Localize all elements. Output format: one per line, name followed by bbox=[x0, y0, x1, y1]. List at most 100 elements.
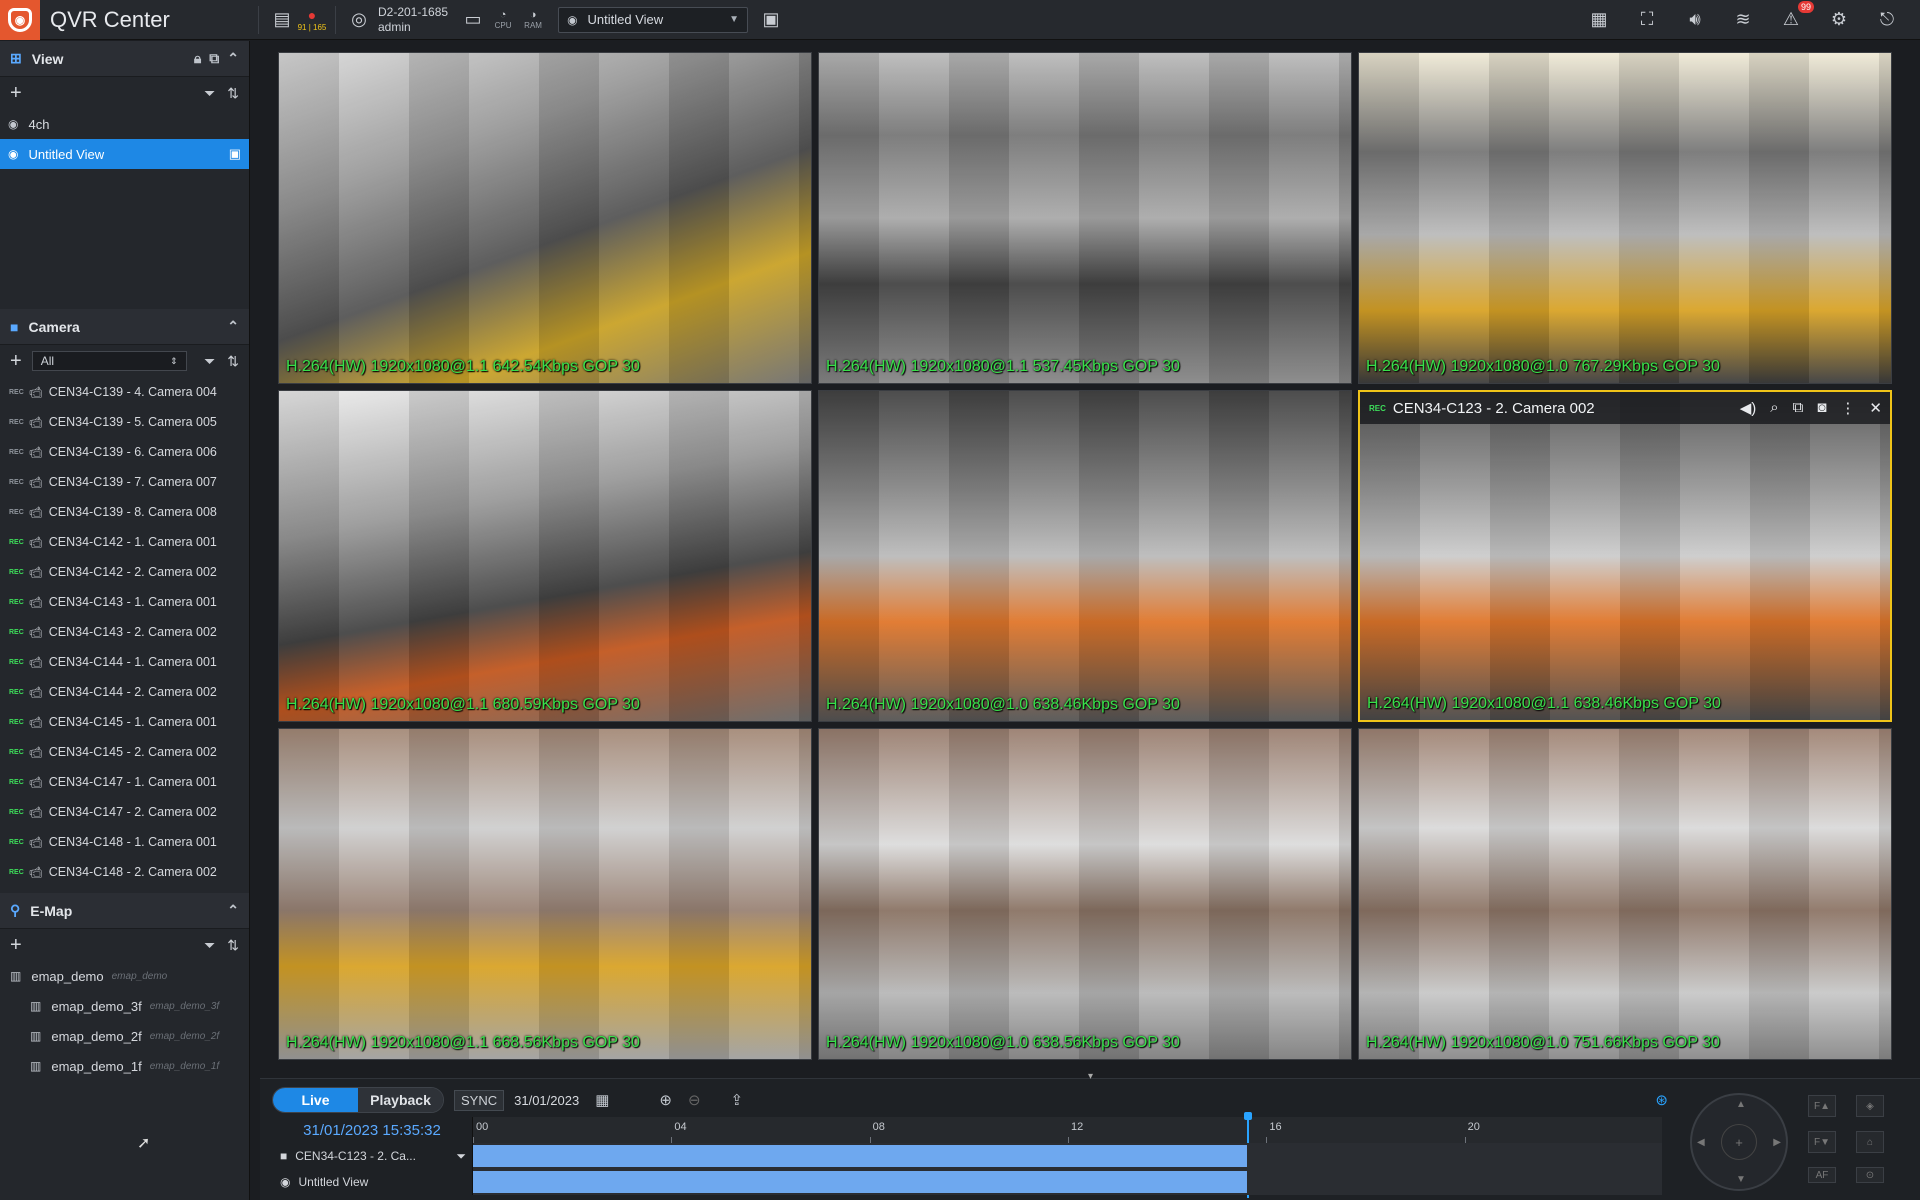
filter-icon[interactable]: ⏷ bbox=[204, 85, 215, 102]
save-icon[interactable]: ▣ bbox=[229, 146, 241, 162]
camera-item[interactable]: REC 📹︎ CEN34-C139 - 6. Camera 006 bbox=[0, 437, 249, 467]
server-list-icon[interactable]: ▤ bbox=[267, 5, 297, 35]
collapse-handle[interactable]: ▾ bbox=[1088, 1071, 1093, 1082]
view-section-header[interactable]: ⊞ View 🔒︎ ⧉ ⌃ bbox=[0, 41, 249, 77]
emap-child-item[interactable]: ▥ emap_demo_1f emap_demo_1f bbox=[0, 1051, 249, 1081]
volume-icon[interactable]: 🔊︎ bbox=[1680, 5, 1710, 35]
view-item[interactable]: ◉ 4ch bbox=[0, 109, 249, 139]
filter-icon[interactable]: ⏷ bbox=[204, 353, 215, 370]
timeline-date[interactable]: 31/01/2023 bbox=[514, 1093, 579, 1108]
fullscreen-icon[interactable]: ⛶ bbox=[1632, 5, 1662, 35]
server-info[interactable]: D2-201-1685 admin bbox=[378, 5, 448, 35]
camera-item[interactable]: REC 📹︎ CEN34-C139 - 7. Camera 007 bbox=[0, 467, 249, 497]
gear-icon[interactable]: ⚙ bbox=[1824, 5, 1854, 35]
video-tile[interactable]: H.264(HW) 1920x1080@1.0 638.56Kbps GOP 3… bbox=[818, 728, 1352, 1060]
zoom-icon[interactable]: ⌕ bbox=[1770, 399, 1778, 417]
filter-icon[interactable]: ⏷ bbox=[204, 937, 215, 954]
ptz-preset-button[interactable]: ◈ bbox=[1856, 1095, 1884, 1117]
lock-icon[interactable]: 🔒︎ bbox=[194, 50, 201, 67]
camera-item[interactable]: REC 📹︎ CEN34-C148 - 2. Camera 002 bbox=[0, 857, 249, 887]
camera-filter-select[interactable]: All ⇕ bbox=[31, 351, 187, 371]
emap-child-item[interactable]: ▥ emap_demo_3f emap_demo_3f bbox=[0, 991, 249, 1021]
monitor-icon[interactable]: ▭ bbox=[458, 5, 488, 35]
pip-icon[interactable]: ⧉ bbox=[1793, 399, 1804, 417]
close-icon[interactable]: ✕ bbox=[1869, 399, 1882, 417]
recorded-segment[interactable] bbox=[473, 1145, 1247, 1167]
timeline-track[interactable] bbox=[472, 1169, 1662, 1195]
camera-item[interactable]: REC 📹︎ CEN34-C142 - 1. Camera 001 bbox=[0, 527, 249, 557]
time-scale[interactable]: 00 04 08 12 16 20 bbox=[472, 1112, 1662, 1198]
camera-item[interactable]: REC 📹︎ CEN34-C142 - 2. Camera 002 bbox=[0, 557, 249, 587]
emap-section-header[interactable]: ⚲ E-Map ⌃ bbox=[0, 893, 249, 929]
video-tile[interactable]: H.264(HW) 1920x1080@1.1 668.56Kbps GOP 3… bbox=[278, 728, 812, 1060]
recorded-segment[interactable] bbox=[473, 1171, 1247, 1193]
camera-item[interactable]: REC 📹︎ CEN34-C145 - 2. Camera 002 bbox=[0, 737, 249, 767]
live-tab[interactable]: Live bbox=[273, 1088, 358, 1112]
af-button[interactable]: AF bbox=[1808, 1167, 1836, 1183]
ptz-left-icon[interactable]: ◀ bbox=[1697, 1137, 1705, 1148]
camera-item[interactable]: REC 📹︎ CEN34-C139 - 5. Camera 005 bbox=[0, 407, 249, 437]
zoom-out-icon[interactable]: ⊖ bbox=[688, 1091, 701, 1109]
camera-item[interactable]: REC 📹︎ CEN34-C144 - 2. Camera 002 bbox=[0, 677, 249, 707]
add-emap-button[interactable]: + bbox=[10, 934, 22, 957]
video-tile[interactable]: H.264(HW) 1920x1080@1.0 751.66Kbps GOP 3… bbox=[1358, 728, 1892, 1060]
ptz-center[interactable]: + bbox=[1721, 1124, 1757, 1160]
ptz-up-icon[interactable]: ▲ bbox=[1736, 1099, 1746, 1110]
camera-item[interactable]: REC 📹︎ CEN34-C147 - 2. Camera 002 bbox=[0, 797, 249, 827]
sort-icon[interactable]: ⇅ bbox=[227, 937, 239, 954]
ptz-down-icon[interactable]: ▼ bbox=[1736, 1174, 1746, 1185]
sequence-icon[interactable]: ⧉ bbox=[209, 50, 219, 67]
alert-icon[interactable]: ⚠︎ 99 bbox=[1776, 0, 1814, 35]
user-icon[interactable]: ◎ bbox=[344, 5, 374, 35]
camera-item[interactable]: REC 📹︎ CEN34-C147 - 1. Camera 001 bbox=[0, 767, 249, 797]
sort-icon[interactable]: ⇅ bbox=[227, 353, 239, 370]
timeline-row-label[interactable]: ■ CEN34-C123 - 2. Ca... ⏷ bbox=[272, 1149, 472, 1164]
chevron-up-icon[interactable]: ⌃ bbox=[227, 902, 239, 919]
save-view-icon[interactable]: ▣ bbox=[756, 5, 786, 35]
sync-button[interactable]: SYNC bbox=[454, 1089, 505, 1111]
calendar-icon[interactable]: ▦ bbox=[595, 1091, 609, 1109]
export-icon[interactable]: ⇪ bbox=[731, 1091, 744, 1109]
camera-item[interactable]: REC 📹︎ CEN34-C143 - 1. Camera 001 bbox=[0, 587, 249, 617]
emap-root-item[interactable]: ▥ emap_demo emap_demo bbox=[0, 961, 249, 991]
snapshot-icon[interactable]: ◙ bbox=[1817, 399, 1826, 417]
ptz-extra-button[interactable]: ⊙ bbox=[1856, 1167, 1884, 1183]
zoom-in-icon[interactable]: ⊕ bbox=[659, 1091, 672, 1109]
layers-icon[interactable]: ≋ bbox=[1728, 5, 1758, 35]
camera-item[interactable]: REC 📹︎ CEN34-C139 - 4. Camera 004 bbox=[0, 377, 249, 407]
camera-section-header[interactable]: ■ Camera ⌃ bbox=[0, 309, 249, 345]
globe-icon[interactable]: ⊛ bbox=[1655, 1091, 1668, 1109]
playback-tab[interactable]: Playback bbox=[358, 1088, 443, 1112]
timeline-row-label[interactable]: ◉ Untitled View bbox=[272, 1175, 472, 1189]
sort-icon[interactable]: ⇅ bbox=[227, 85, 239, 102]
video-tile[interactable]: H.264(HW) 1920x1080@1.1 642.54Kbps GOP 3… bbox=[278, 52, 812, 384]
emap-child-item[interactable]: ▥ emap_demo_2f emap_demo_2f bbox=[0, 1021, 249, 1051]
camera-item[interactable]: REC 📹︎ CEN34-C145 - 1. Camera 001 bbox=[0, 707, 249, 737]
video-tile[interactable]: H.264(HW) 1920x1080@1.0 767.29Kbps GOP 3… bbox=[1358, 52, 1892, 384]
ptz-home-button[interactable]: ⌂ bbox=[1856, 1131, 1884, 1153]
camera-item[interactable]: REC 📹︎ CEN34-C139 - 8. Camera 008 bbox=[0, 497, 249, 527]
video-tile[interactable]: H.264(HW) 1920x1080@1.1 537.45Kbps GOP 3… bbox=[818, 52, 1352, 384]
timeline-track[interactable] bbox=[472, 1143, 1662, 1169]
chevron-up-icon[interactable]: ⌃ bbox=[227, 318, 239, 335]
focus-auto-button[interactable]: F▲ bbox=[1808, 1095, 1836, 1117]
view-dropdown[interactable]: ◉ Untitled View ▼ bbox=[558, 6, 749, 33]
camera-item[interactable]: REC 📹︎ CEN34-C144 - 1. Camera 001 bbox=[0, 647, 249, 677]
video-tile[interactable]: REC CEN34-C123 - 2. Camera 002 ◀) ⌕ ⧉ ◙ … bbox=[1358, 390, 1892, 722]
add-view-button[interactable]: + bbox=[10, 82, 22, 105]
layout-grid-icon[interactable]: ▦ bbox=[1584, 5, 1614, 35]
mute-icon[interactable]: ◀) bbox=[1740, 399, 1757, 417]
chevron-up-icon[interactable]: ⌃ bbox=[227, 50, 239, 67]
ptz-joystick[interactable]: ▲ ▼ ◀ ▶ + bbox=[1690, 1093, 1788, 1191]
view-item[interactable]: ◉ Untitled View ▣ bbox=[0, 139, 249, 169]
video-tile[interactable]: H.264(HW) 1920x1080@1.1 680.59Kbps GOP 3… bbox=[278, 390, 812, 722]
camera-item[interactable]: REC 📹︎ CEN34-C148 - 1. Camera 001 bbox=[0, 827, 249, 857]
server-status[interactable]: ● 91 | 165 bbox=[297, 5, 327, 35]
focus-down-button[interactable]: F▼ bbox=[1808, 1131, 1836, 1153]
video-tile[interactable]: H.264(HW) 1920x1080@1.0 638.46Kbps GOP 3… bbox=[818, 390, 1352, 722]
add-camera-button[interactable]: + bbox=[10, 350, 22, 373]
camera-item[interactable]: REC 📹︎ CEN34-C143 - 2. Camera 002 bbox=[0, 617, 249, 647]
ptz-right-icon[interactable]: ▶ bbox=[1773, 1137, 1781, 1148]
logout-icon[interactable]: ⎋ bbox=[1872, 5, 1902, 35]
filter-icon[interactable]: ⏷ bbox=[456, 1149, 466, 1164]
